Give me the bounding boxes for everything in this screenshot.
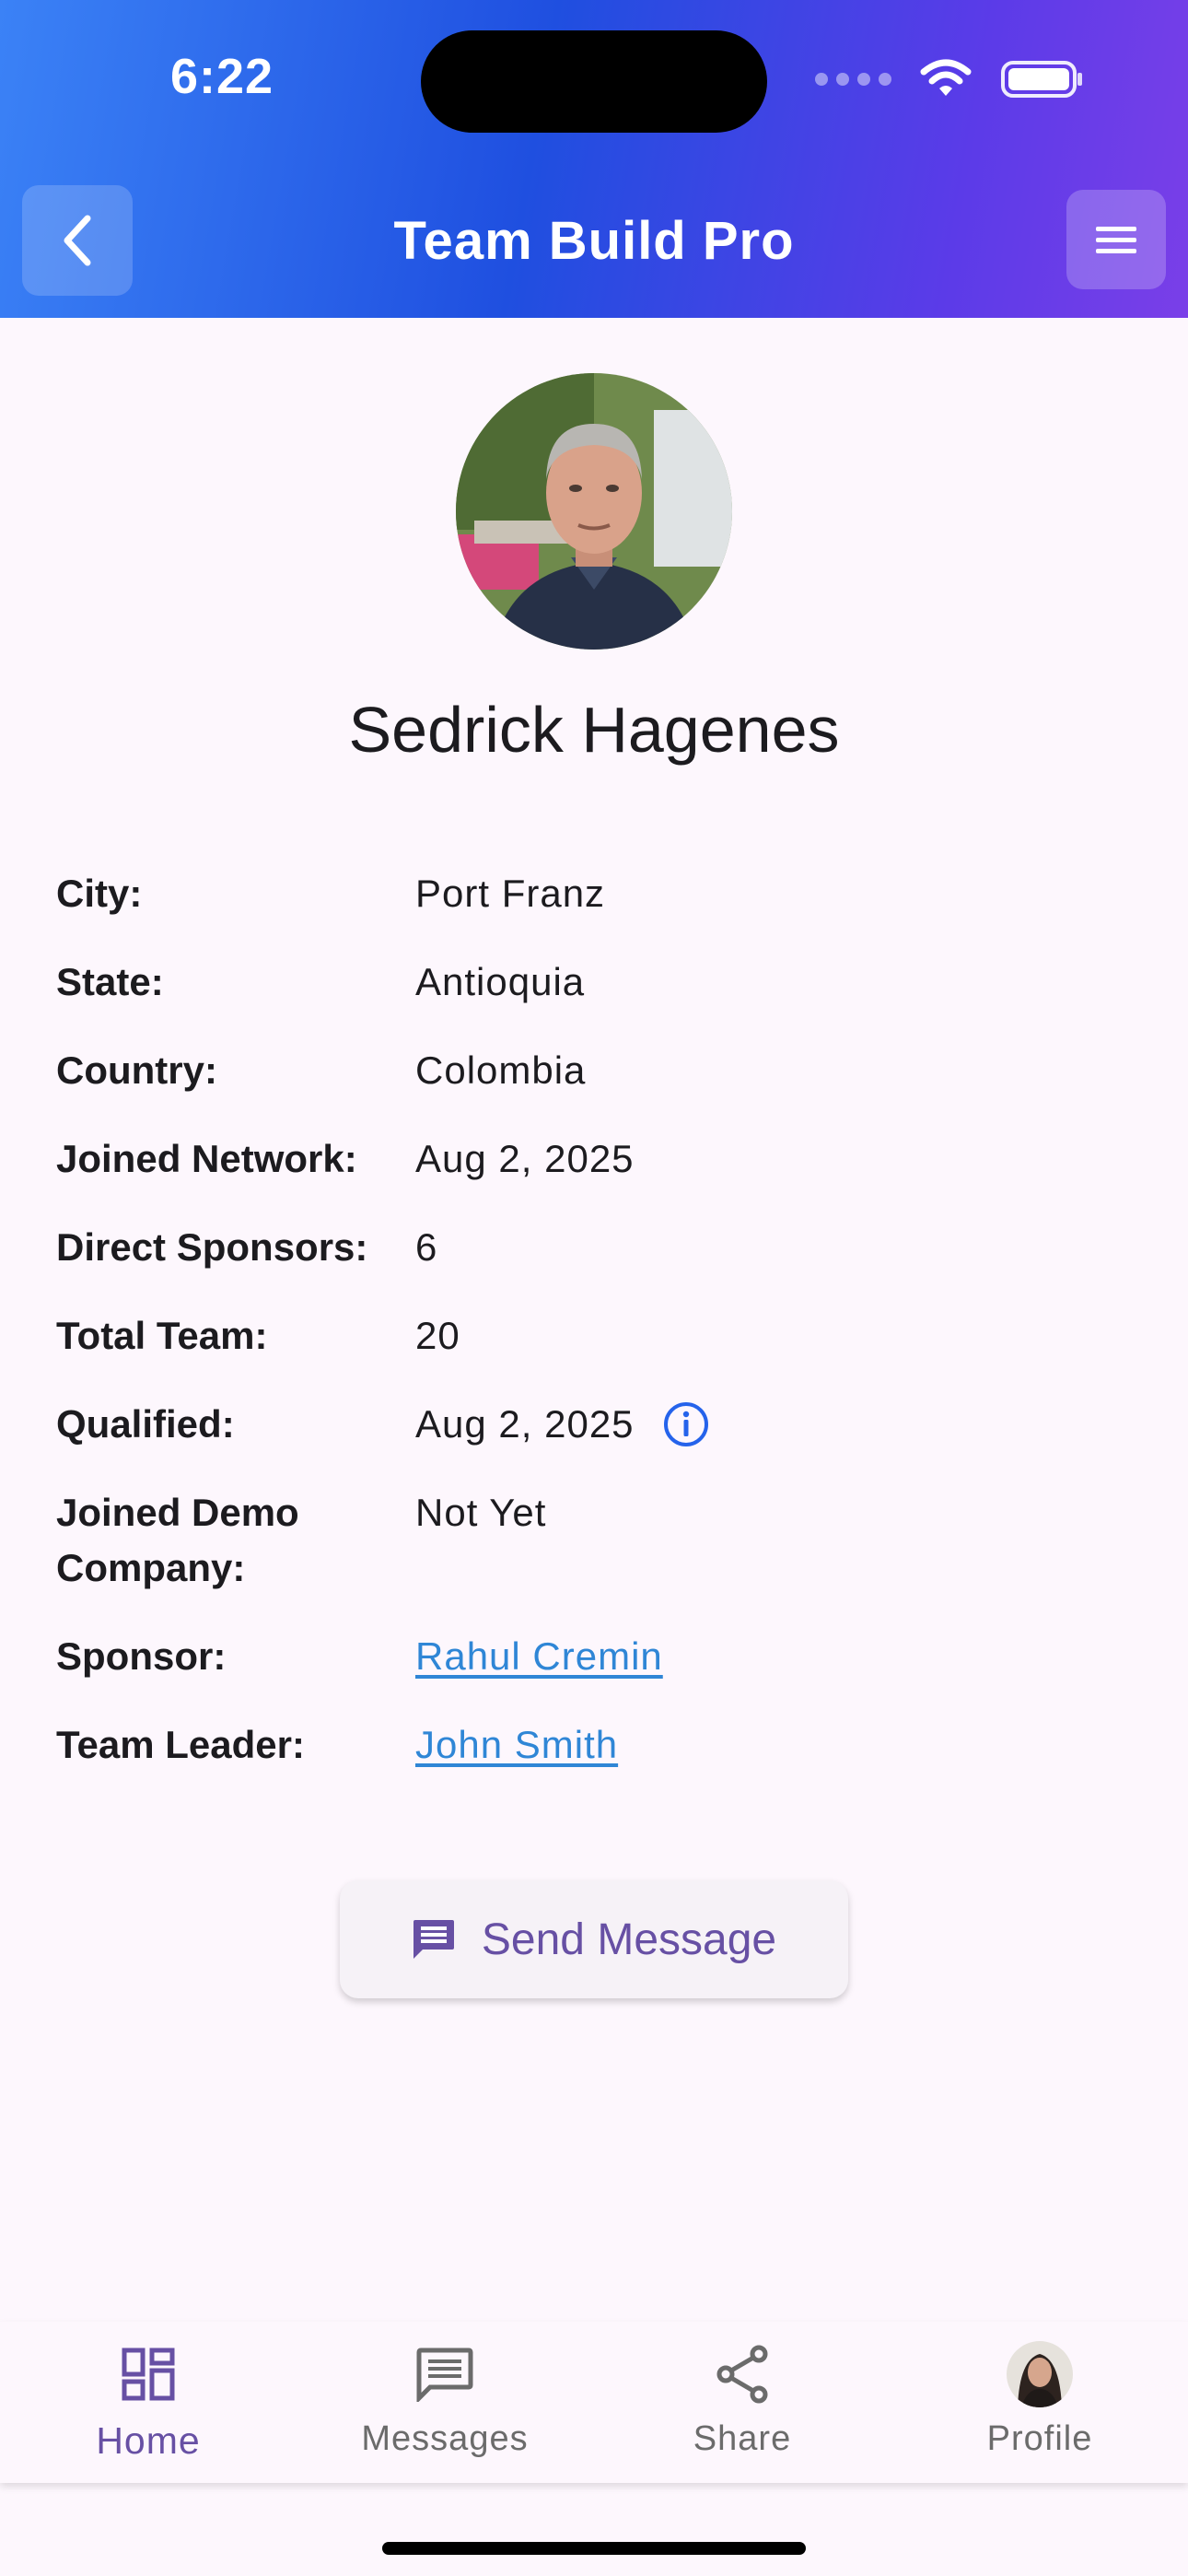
detail-value: Antioquia — [415, 960, 586, 1003]
detail-value: Port Franz — [415, 872, 606, 915]
nav-label: Profile — [986, 2419, 1093, 2458]
app-header: 6:22 Team Build Pro — [0, 0, 1188, 318]
team-leader-link[interactable]: John Smith — [415, 1717, 618, 1773]
nav-label: Share — [693, 2419, 792, 2458]
detail-value: Aug 2, 2025 — [415, 1402, 635, 1446]
detail-row-team-leader: Team Leader: John Smith — [56, 1717, 1134, 1806]
detail-value: Aug 2, 2025 — [415, 1137, 635, 1180]
detail-label: Country: — [56, 1048, 217, 1092]
nav-item-profile[interactable]: Profile — [891, 2341, 1188, 2459]
detail-label: Joined Demo Company: — [56, 1491, 299, 1589]
detail-row-country: Country: Colombia — [56, 1043, 1134, 1131]
nav-label: Home — [96, 2419, 201, 2462]
send-message-button[interactable]: Send Message — [340, 1880, 848, 1998]
menu-icon — [1096, 227, 1136, 253]
dynamic-island — [421, 30, 767, 133]
message-icon — [416, 2348, 473, 2402]
status-icons — [815, 55, 1085, 103]
menu-button[interactable] — [1066, 190, 1166, 289]
detail-value: Colombia — [415, 1048, 587, 1092]
detail-label: Joined Network: — [56, 1137, 357, 1180]
detail-row-city: City: Port Franz — [56, 866, 1134, 954]
status-time: 6:22 — [170, 49, 274, 104]
nav-label: Messages — [361, 2419, 529, 2458]
detail-label: Sponsor: — [56, 1634, 227, 1678]
share-icon — [716, 2345, 768, 2404]
detail-label: Direct Sponsors: — [56, 1225, 368, 1269]
detail-value: 20 — [415, 1314, 460, 1357]
nav-item-share[interactable]: Share — [594, 2342, 891, 2459]
detail-label: State: — [56, 960, 164, 1003]
wifi-icon — [920, 59, 972, 96]
detail-row-joined-network: Joined Network: Aug 2, 2025 — [56, 1131, 1134, 1220]
detail-label: Qualified: — [56, 1402, 235, 1446]
detail-value-group: Aug 2, 2025 — [415, 1397, 710, 1452]
detail-value: 6 — [415, 1225, 438, 1269]
profile-avatar — [456, 373, 732, 650]
detail-label: Team Leader: — [56, 1723, 305, 1766]
detail-row-joined-demo-company: Joined Demo Company: Not Yet — [56, 1485, 1134, 1629]
send-message-label: Send Message — [481, 1914, 777, 1964]
info-icon[interactable] — [662, 1400, 710, 1448]
detail-row-state: State: Antioquia — [56, 954, 1134, 1043]
detail-row-direct-sponsors: Direct Sponsors: 6 — [56, 1220, 1134, 1308]
detail-value: Not Yet — [415, 1491, 547, 1534]
home-indicator[interactable] — [382, 2542, 806, 2555]
page-title: Team Build Pro — [393, 211, 795, 271]
sponsor-link[interactable]: Rahul Cremin — [415, 1629, 663, 1684]
nav-item-messages[interactable]: Messages — [297, 2342, 593, 2459]
detail-label: City: — [56, 872, 143, 915]
message-icon — [413, 1920, 454, 1959]
detail-label: Total Team: — [56, 1314, 268, 1357]
profile-details: City: Port Franz State: Antioquia Countr… — [56, 866, 1134, 1806]
bottom-navigation: Home Messages Share Profile — [0, 2322, 1188, 2483]
detail-row-qualified: Qualified: Aug 2, 2025 — [56, 1397, 1134, 1485]
profile-name: Sedrick Hagenes — [348, 694, 840, 766]
profile-photo — [456, 373, 732, 650]
avatar — [1007, 2341, 1073, 2407]
cellular-signal-icon — [815, 73, 891, 86]
detail-row-total-team: Total Team: 20 — [56, 1308, 1134, 1397]
detail-row-sponsor: Sponsor: Rahul Cremin — [56, 1629, 1134, 1717]
battery-icon — [1001, 61, 1082, 98]
nav-item-home[interactable]: Home — [0, 2342, 297, 2463]
dashboard-icon — [122, 2348, 175, 2401]
